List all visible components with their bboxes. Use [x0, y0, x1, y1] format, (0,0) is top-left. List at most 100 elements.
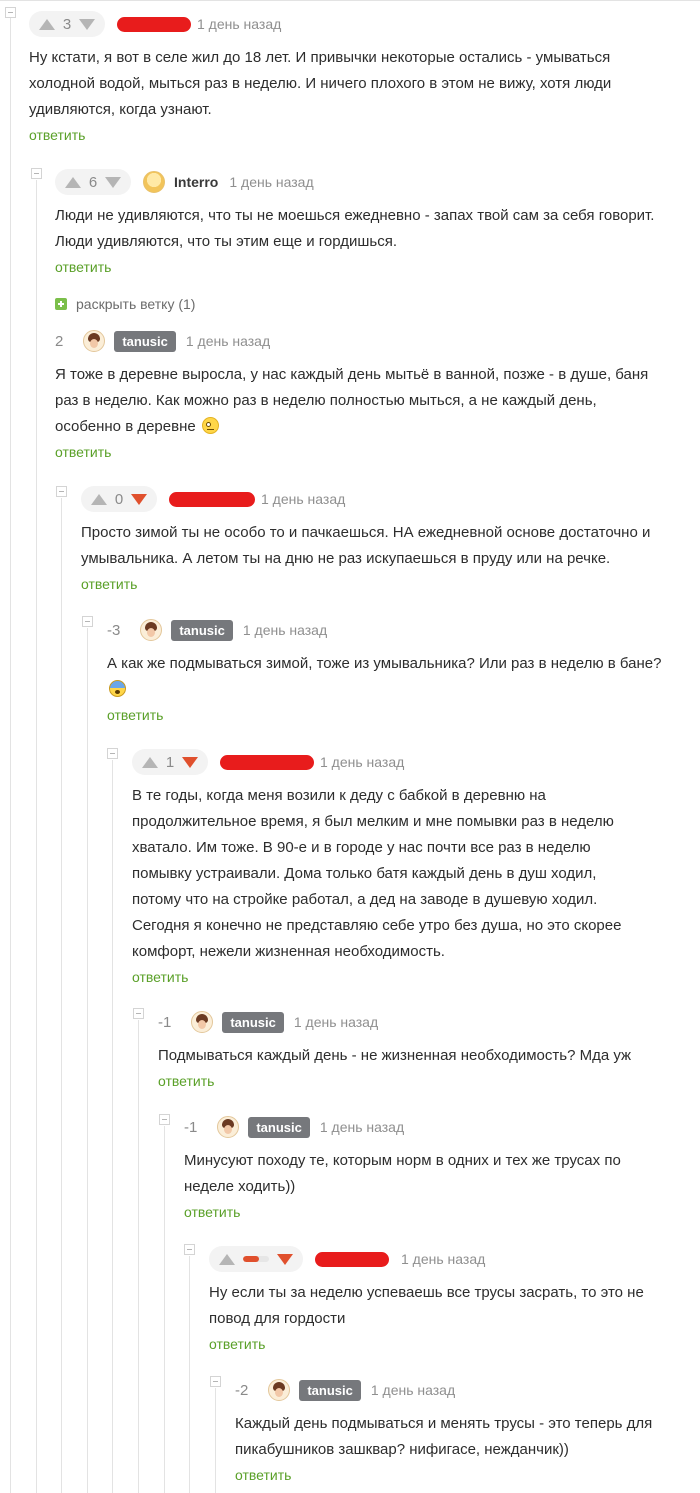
- comment: -1 tanusic 1 день назад Подмываться кажд…: [158, 1007, 700, 1091]
- comment-text: Каждый день подмываться и менять трусы -…: [235, 1415, 653, 1458]
- thread-line: [164, 1126, 165, 1493]
- author-name[interactable]: tanusic: [114, 330, 176, 352]
- downvote-arrow-icon[interactable]: [182, 756, 198, 768]
- collapse-toggle-icon[interactable]: [5, 7, 16, 18]
- reply-link[interactable]: ответить: [235, 1467, 291, 1483]
- reply-link[interactable]: ответить: [81, 576, 137, 592]
- comment-time: 1 день назад: [370, 1382, 456, 1398]
- score-fill: [243, 1256, 259, 1262]
- author-name[interactable]: tanusic: [222, 1011, 284, 1033]
- redacted-author-name: [315, 1251, 389, 1267]
- comment: -1 tanusic 1 день назад Минусуют походу …: [184, 1112, 700, 1222]
- upvote-arrow-icon[interactable]: [219, 1253, 235, 1265]
- author-name[interactable]: tanusic: [248, 1116, 310, 1138]
- comment-time: 1 день назад: [319, 1119, 405, 1135]
- rating-control: 0: [81, 486, 157, 512]
- reply-link[interactable]: ответить: [184, 1204, 240, 1220]
- rating-control: 1: [132, 749, 208, 775]
- comment-text: А как же подмываться зимой, тоже из умыв…: [107, 655, 662, 672]
- expand-branch-button[interactable]: раскрыть ветку (1): [55, 296, 195, 312]
- comment-time: 1 день назад: [229, 174, 314, 190]
- redacted-author-name: [117, 16, 191, 32]
- comment-score: -1: [158, 1013, 172, 1031]
- comment-text: Я тоже в деревне выросла, у нас каждый д…: [55, 366, 649, 435]
- avatar[interactable]: [143, 171, 165, 193]
- comment-text: В те годы, когда меня возили к деду с ба…: [132, 787, 622, 960]
- collapse-toggle-icon[interactable]: [133, 1008, 144, 1019]
- comment-score: 1: [165, 753, 175, 771]
- thread-line: [10, 18, 11, 1493]
- reply-link[interactable]: ответить: [132, 969, 188, 985]
- rating-control: -1: [184, 1114, 205, 1140]
- author-name[interactable]: tanusic: [299, 1379, 361, 1401]
- rating-control: 6: [55, 169, 131, 195]
- comment-time: 1 день назад: [185, 333, 271, 349]
- comment-score: 0: [114, 490, 124, 508]
- collapse-toggle-icon[interactable]: [31, 168, 42, 179]
- comment: -3 tanusic 1 день назад А как же подмыва…: [107, 615, 700, 725]
- comment: 2 tanusic 1 день назад Я тоже в деревне …: [55, 326, 700, 462]
- reply-link[interactable]: ответить: [107, 707, 163, 723]
- rating-control: 3: [29, 11, 105, 37]
- reply-link[interactable]: ответить: [55, 444, 111, 460]
- avatar[interactable]: [140, 619, 163, 641]
- downvote-arrow-icon[interactable]: [131, 493, 147, 505]
- thread-line: [112, 760, 113, 1493]
- collapse-toggle-icon[interactable]: [107, 748, 118, 759]
- upvote-arrow-icon[interactable]: [39, 18, 55, 30]
- downvote-arrow-icon[interactable]: [105, 176, 121, 188]
- comment-time: 1 день назад: [261, 491, 346, 507]
- reply-link[interactable]: ответить: [158, 1073, 214, 1089]
- comment: 3 1 день назад Ну кстати, я вот в селе ж…: [29, 9, 700, 145]
- comment-time: 1 день назад: [401, 1251, 486, 1267]
- reply-link[interactable]: ответить: [29, 127, 85, 143]
- comment-text: Просто зимой ты не особо то и пачкаешься…: [81, 524, 651, 567]
- upvote-arrow-icon[interactable]: [91, 493, 107, 505]
- thread-line: [87, 628, 88, 1493]
- expand-branch-label: раскрыть ветку (1): [76, 296, 196, 312]
- comment-score: 2: [55, 332, 64, 350]
- author-name[interactable]: Interro: [174, 174, 218, 190]
- collapse-toggle-icon[interactable]: [82, 616, 93, 627]
- comment-text: Минусуют походу те, которым норм в одних…: [184, 1152, 621, 1195]
- comment-time: 1 день назад: [197, 16, 282, 32]
- comment-time: 1 день назад: [242, 622, 328, 638]
- upvote-arrow-icon[interactable]: [65, 176, 81, 188]
- rating-control: -2: [235, 1377, 256, 1403]
- comment: 1 1 день назад В те годы, когда меня воз…: [132, 747, 700, 987]
- thread-line: [61, 498, 62, 1493]
- collapse-toggle-icon[interactable]: [159, 1114, 170, 1125]
- avatar[interactable]: [191, 1011, 214, 1033]
- downvote-arrow-icon[interactable]: [79, 18, 95, 30]
- comment-score: 6: [88, 173, 98, 191]
- comment: 0 1 день назад Просто зимой ты не особо …: [81, 484, 700, 594]
- comment-time: 1 день назад: [320, 754, 405, 770]
- upvote-arrow-icon[interactable]: [142, 756, 158, 768]
- thread-line: [189, 1256, 190, 1493]
- comment-score: -3: [107, 621, 121, 639]
- avatar[interactable]: [217, 1116, 240, 1138]
- comment-score: -2: [235, 1381, 249, 1399]
- comment-score: -1: [184, 1118, 198, 1136]
- comment-time: 1 день назад: [293, 1014, 379, 1030]
- rolling-eyes-emoji-icon: [201, 417, 219, 434]
- redacted-author-name: [220, 754, 314, 770]
- collapse-toggle-icon[interactable]: [56, 486, 67, 497]
- comment: 1 день назад Ну если ты за неделю успева…: [209, 1244, 700, 1354]
- rating-control: -1: [158, 1009, 179, 1035]
- thread-line: [138, 1020, 139, 1493]
- comment-text: Ну если ты за неделю успеваешь все трусы…: [209, 1284, 644, 1327]
- thread-line: [215, 1388, 216, 1493]
- collapse-toggle-icon[interactable]: [184, 1244, 195, 1255]
- author-name[interactable]: tanusic: [171, 619, 233, 641]
- reply-link[interactable]: ответить: [209, 1336, 265, 1352]
- reply-link[interactable]: ответить: [55, 259, 111, 275]
- thread-line: [36, 180, 37, 1493]
- collapse-toggle-icon[interactable]: [210, 1376, 221, 1387]
- avatar[interactable]: [268, 1379, 291, 1401]
- downvote-arrow-icon[interactable]: [277, 1253, 293, 1265]
- avatar[interactable]: [83, 330, 106, 352]
- rating-control: 2: [55, 328, 71, 354]
- comment-score: 3: [62, 15, 72, 33]
- fearful-face-emoji-icon: [109, 680, 126, 697]
